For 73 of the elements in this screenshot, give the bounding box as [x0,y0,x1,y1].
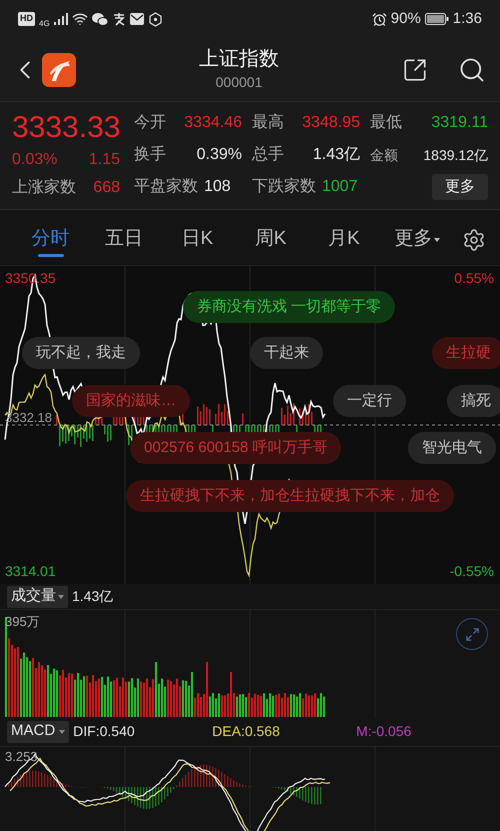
signal-icon [54,13,68,25]
chart-tab[interactable]: 更多 [380,214,454,265]
comment-bubble: 券商没有洗戏 一切都等于零 [183,291,396,323]
hexagon-icon [148,12,163,26]
stat-label: 今开 [134,113,166,133]
chart-tab[interactable]: 日K [160,214,234,265]
settings-button[interactable] [462,228,486,252]
change-points: 1.15 [88,150,120,170]
chart-tab[interactable]: 周K [234,214,308,265]
indicator-dropdown[interactable]: 成交量 [7,586,68,608]
dea-value: DEA:0.568 [212,722,281,741]
dif-value: DIF:0.540 [73,722,136,741]
network-label: 4G [39,20,50,28]
indicator-dropdown[interactable]: MACD [7,720,70,742]
more-button[interactable]: 更多 [432,174,488,200]
stat-label: 换手 [134,144,166,165]
expand-button[interactable] [456,618,488,650]
search-button[interactable] [458,56,486,84]
comment-bubble: 生拉硬 [432,337,500,369]
comment-bubble: 002576 600158 呼叫万手哥 [130,432,342,464]
stat-value: 3348.95 [302,113,360,133]
comment-bubble: 玩不起，我走 [22,337,140,369]
last-price: 3333.33 [12,110,120,146]
stat-label: 总手 [252,144,284,165]
stat-value: 668 [93,178,120,198]
stat-value: 3319.11 [431,113,488,133]
axis-low-label: 3314.01 [5,562,56,581]
battery-icon [424,13,449,25]
index-title: 上证指数 [199,46,279,72]
share-icon [402,56,428,82]
comment-bubble: 智光电气 [408,432,496,464]
stat-label: 最低 [370,113,402,133]
axis-low-percent: -0.55% [450,562,494,581]
comment-bubble: 国家的滋味… [72,385,190,417]
chart-tab[interactable]: 分时 [14,214,88,265]
change-percent: 0.03% [12,150,58,170]
chart-tab[interactable]: 月K [307,214,381,265]
gear-icon [462,228,486,252]
alarm-icon [372,12,387,26]
stat-value: 108 [204,177,231,197]
stat-value: 1839.12亿 [423,146,488,164]
stat-value: 0.39% [196,145,242,165]
caret-icon [58,594,64,598]
share-button[interactable] [402,56,428,82]
chat-app-icon [92,12,108,26]
chart-tab[interactable]: 五日 [87,214,161,265]
comment-bubble: 一定行 [333,385,406,417]
wifi-icon [72,11,88,27]
comment-bubble: 干起来 [250,337,323,369]
axis-high-percent: 0.55% [454,269,494,288]
stat-label: 下跌家数 [252,176,316,197]
stat-value: 1007 [322,177,358,197]
clock-time: 1:36 [452,8,482,29]
mail-icon [130,12,144,26]
m-value: M:-0.056 [356,722,412,741]
stat-label: 最高 [252,112,284,133]
network-label: HD [18,12,35,26]
index-code: 000001 [216,72,262,92]
stat-value: 3334.46 [184,113,242,133]
battery-percent: 90% [390,8,421,29]
expand-icon [464,626,480,642]
caret-icon [59,730,66,734]
pay-app-icon [112,12,126,26]
stat-value: 1.43亿 [312,145,360,165]
comment-bubble: 生拉硬拽下不来，加仓生拉硬拽下不来，加仓 [126,480,454,512]
stat-label: 上涨家数 [12,178,76,198]
comment-bubble: 搞死 [447,385,500,417]
stat-label: 金额 [370,146,398,164]
caret-icon [434,238,440,242]
search-icon [458,56,486,84]
volume-total: 1.43亿 [72,587,114,606]
app-logo-icon [42,52,76,86]
stat-label: 平盘家数 [134,176,198,197]
